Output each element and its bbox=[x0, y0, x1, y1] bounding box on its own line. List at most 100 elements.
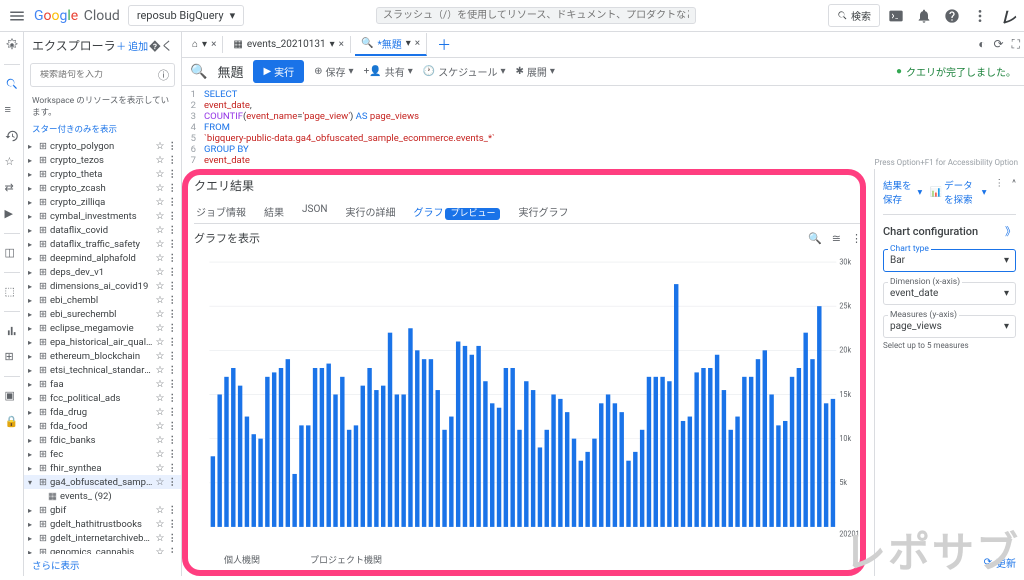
bar[interactable] bbox=[429, 359, 433, 527]
bar[interactable] bbox=[619, 412, 623, 527]
bar[interactable] bbox=[688, 417, 692, 527]
expand-button[interactable]: ✱ 展開 ▾ bbox=[516, 64, 555, 79]
bar[interactable] bbox=[633, 452, 637, 527]
bar[interactable] bbox=[340, 377, 344, 527]
bi-icon[interactable]: ⬚ bbox=[5, 285, 19, 299]
star-icon[interactable]: ☆ bbox=[156, 449, 165, 460]
help-icon[interactable] bbox=[944, 8, 960, 24]
dataset-item[interactable]: ▸⊞dataflix_covid☆⋮ bbox=[24, 223, 181, 237]
bar[interactable] bbox=[735, 417, 739, 527]
dataset-item[interactable]: ▸⊞fdic_banks☆⋮ bbox=[24, 433, 181, 447]
star-icon[interactable]: ☆ bbox=[156, 253, 165, 264]
bar[interactable] bbox=[708, 368, 712, 527]
bar[interactable] bbox=[217, 394, 221, 526]
bar[interactable] bbox=[776, 425, 780, 527]
item-more-icon[interactable]: ⋮ bbox=[168, 155, 178, 166]
collapse-config-icon[interactable]: 》 bbox=[1005, 223, 1016, 239]
star-only-link[interactable]: スター付きのみを表示 bbox=[24, 121, 181, 139]
star-icon[interactable]: ☆ bbox=[156, 519, 165, 530]
expand-icon[interactable]: ▸ bbox=[28, 520, 36, 529]
bar[interactable] bbox=[415, 350, 419, 527]
expand-icon[interactable]: ▸ bbox=[28, 422, 36, 431]
explorer-search[interactable]: ⓘ bbox=[30, 63, 175, 87]
bar[interactable] bbox=[238, 386, 242, 527]
star-icon[interactable]: ☆ bbox=[156, 407, 165, 418]
expand-icon[interactable]: ▸ bbox=[28, 450, 36, 459]
expand-icon[interactable]: ▸ bbox=[28, 534, 36, 543]
save-button[interactable]: ⊕ 保存 ▾ bbox=[314, 64, 353, 79]
bar[interactable] bbox=[326, 364, 330, 527]
dataset-item[interactable]: ▸⊞gdelt_internetarchiveboo...☆⋮ bbox=[24, 531, 181, 545]
expand-icon[interactable]: ▸ bbox=[28, 324, 36, 333]
bar[interactable] bbox=[252, 434, 256, 527]
bar[interactable] bbox=[599, 403, 603, 527]
chart-icon[interactable] bbox=[5, 324, 19, 338]
expand-icon[interactable]: ▸ bbox=[28, 198, 36, 207]
item-more-icon[interactable]: ⋮ bbox=[168, 281, 178, 292]
tab-exec-graph[interactable]: 実行グラフ bbox=[516, 200, 570, 223]
item-more-icon[interactable]: ⋮ bbox=[168, 239, 178, 250]
bar[interactable] bbox=[483, 381, 487, 527]
bar[interactable] bbox=[565, 412, 569, 527]
star-icon[interactable]: ☆ bbox=[156, 197, 165, 208]
dataset-item[interactable]: ▸⊞crypto_polygon☆⋮ bbox=[24, 139, 181, 153]
item-more-icon[interactable]: ⋮ bbox=[168, 449, 178, 460]
item-more-icon[interactable]: ⋮ bbox=[168, 141, 178, 152]
star-icon[interactable]: ☆ bbox=[156, 477, 165, 488]
bar[interactable] bbox=[674, 284, 678, 527]
bar[interactable] bbox=[408, 328, 412, 527]
expand-icon[interactable]: ▾ bbox=[28, 478, 36, 487]
star-icon[interactable]: ☆ bbox=[156, 463, 165, 474]
bar[interactable] bbox=[354, 425, 358, 527]
expand-icon[interactable]: ▸ bbox=[28, 380, 36, 389]
star-icon[interactable]: ☆ bbox=[156, 365, 165, 376]
bar[interactable] bbox=[517, 430, 521, 527]
item-more-icon[interactable]: ⋮ bbox=[168, 225, 178, 236]
dataset-item[interactable]: ▸⊞fcc_political_ads☆⋮ bbox=[24, 391, 181, 405]
dataset-item[interactable]: ▸⊞deps_dev_v1☆⋮ bbox=[24, 265, 181, 279]
item-more-icon[interactable]: ⋮ bbox=[168, 365, 178, 376]
expand-icon[interactable]: ▸ bbox=[28, 254, 36, 263]
fullscreen-icon[interactable]: ⛶ bbox=[1012, 37, 1020, 52]
dataset-item[interactable]: ▸⊞fda_drug☆⋮ bbox=[24, 405, 181, 419]
tab-details[interactable]: 実行の詳細 bbox=[343, 200, 397, 223]
bar[interactable] bbox=[592, 439, 596, 527]
item-more-icon[interactable]: ⋮ bbox=[168, 183, 178, 194]
bar[interactable] bbox=[803, 333, 807, 527]
bar[interactable] bbox=[626, 461, 630, 527]
tab-job-info[interactable]: ジョブ情報 bbox=[194, 200, 248, 223]
bar[interactable] bbox=[742, 377, 746, 527]
star-icon[interactable]: ☆ bbox=[156, 239, 165, 250]
item-more-icon[interactable]: ⋮ bbox=[168, 379, 178, 390]
bar[interactable] bbox=[388, 333, 392, 527]
bar[interactable] bbox=[224, 377, 228, 527]
bar[interactable] bbox=[524, 381, 528, 527]
close-icon[interactable]: × bbox=[339, 39, 344, 50]
expand-icon[interactable]: ▸ bbox=[28, 296, 36, 305]
footer-project[interactable]: プロジェクト機関 bbox=[310, 553, 382, 566]
tab-result[interactable]: 結果 bbox=[262, 200, 286, 223]
tab-untitled[interactable]: 🔍*無題▾× bbox=[355, 33, 427, 56]
star-icon[interactable]: ☆ bbox=[156, 141, 165, 152]
tab-events[interactable]: ▦events_20210131▾× bbox=[227, 36, 351, 53]
expand-icon[interactable]: ▸ bbox=[28, 408, 36, 417]
item-more-icon[interactable]: ⋮ bbox=[168, 309, 178, 320]
bar[interactable] bbox=[299, 425, 303, 527]
dataset-item[interactable]: ▸⊞crypto_tezos☆⋮ bbox=[24, 153, 181, 167]
item-more-icon[interactable]: ⋮ bbox=[168, 295, 178, 306]
bar[interactable] bbox=[395, 394, 399, 526]
star-icon[interactable]: ☆ bbox=[156, 505, 165, 516]
admin-icon[interactable]: ▣ bbox=[5, 389, 19, 403]
star-icon[interactable]: ☆ bbox=[156, 421, 165, 432]
dataset-item[interactable]: ▸⊞cymbal_investments☆⋮ bbox=[24, 209, 181, 223]
star-icon[interactable]: ☆ bbox=[156, 169, 165, 180]
expand-icon[interactable]: ▸ bbox=[28, 506, 36, 515]
item-more-icon[interactable]: ⋮ bbox=[168, 323, 178, 334]
bar[interactable] bbox=[831, 399, 835, 527]
search-help-icon[interactable]: ⓘ bbox=[158, 67, 169, 83]
bar[interactable] bbox=[347, 430, 351, 527]
transfers-icon[interactable]: ⇄ bbox=[5, 181, 19, 195]
scheduled-icon[interactable]: ▶ bbox=[5, 207, 19, 221]
chart-settings-icon[interactable]: ≅ bbox=[832, 232, 841, 245]
share-button[interactable]: +👤 共有 ▾ bbox=[364, 64, 413, 79]
